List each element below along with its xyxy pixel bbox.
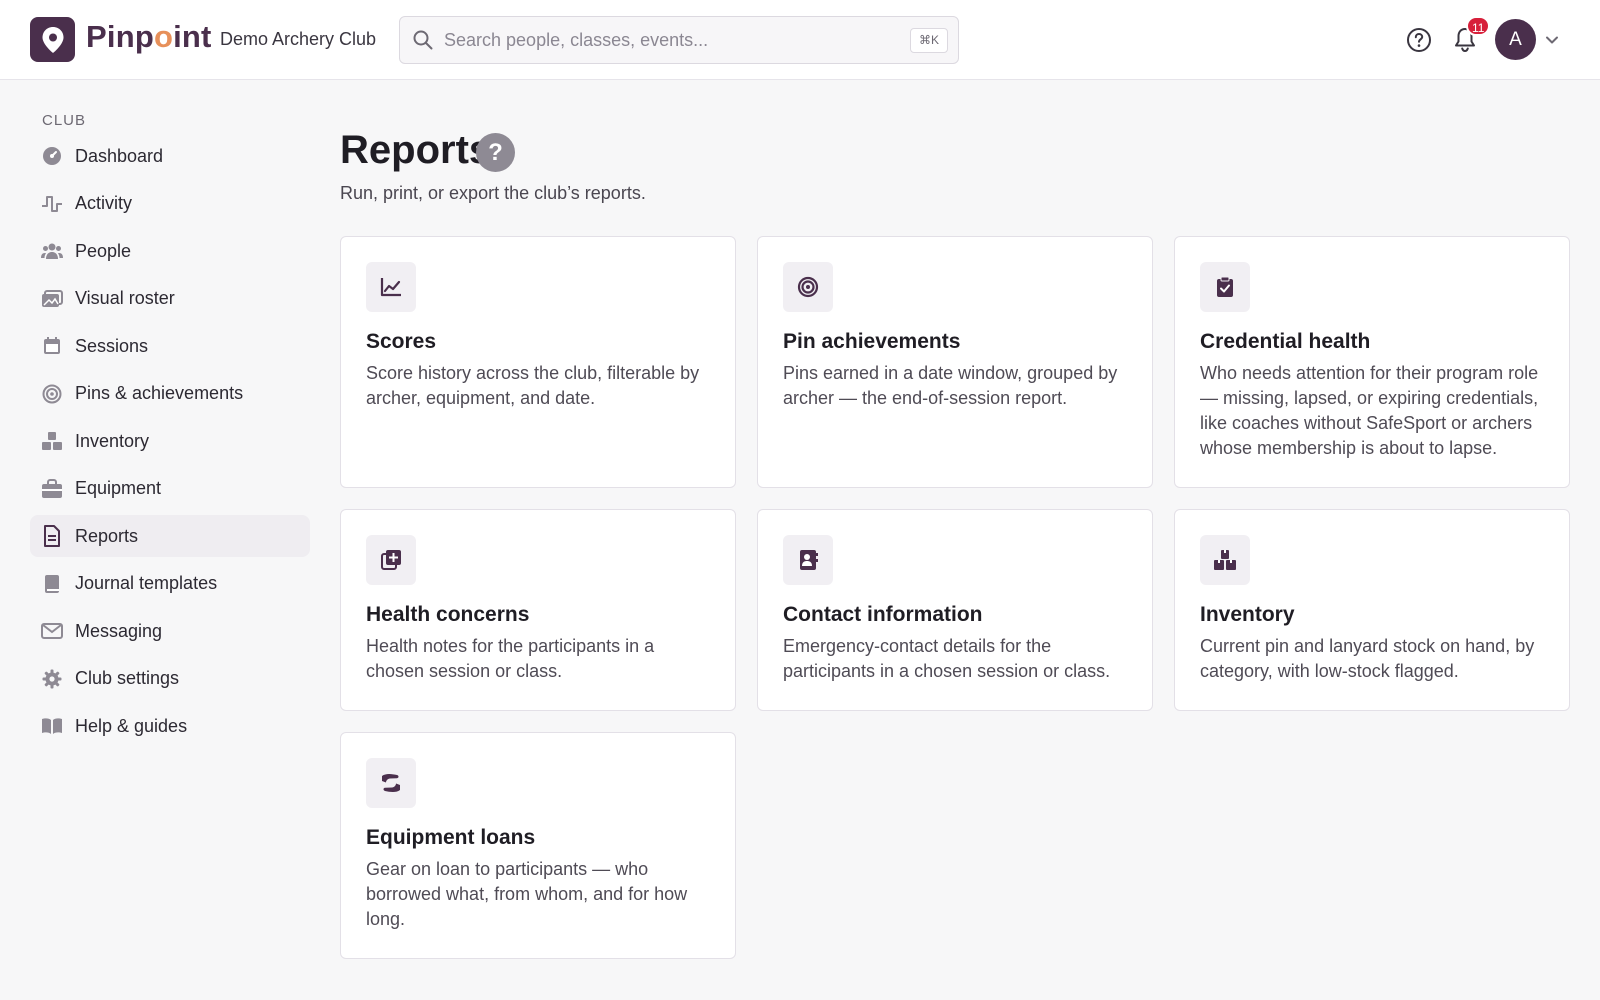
- report-card-description: Emergency-contact details for the partic…: [783, 636, 1111, 681]
- report-card-description: Score history across the club, filterabl…: [366, 363, 700, 408]
- sidebar-section-label: CLUB: [42, 112, 87, 129]
- sidebar-item-label: People: [75, 240, 132, 261]
- sidebar-item-label: Club settings: [75, 668, 180, 688]
- envelope-icon: [41, 620, 63, 642]
- chevron-down-icon[interactable]: [1544, 32, 1560, 53]
- calendar-icon: [41, 335, 63, 357]
- report-card-title: Credential health: [1200, 330, 1371, 353]
- report-card-description: Who needs attention for their program ro…: [1200, 363, 1539, 458]
- sidebar-item-label: Messaging: [75, 620, 163, 641]
- line-chart-icon: [366, 262, 416, 312]
- sidebar-item-activity[interactable]: Activity: [30, 183, 310, 225]
- photos-icon: [41, 288, 63, 310]
- avatar[interactable]: A: [1495, 19, 1536, 60]
- boxes-icon: [1200, 535, 1250, 585]
- address-book-icon: [783, 535, 833, 585]
- help-icon[interactable]: [1406, 27, 1432, 53]
- sidebar-item-label: Help & guides: [75, 715, 188, 736]
- toolbox-icon: [41, 478, 63, 500]
- sidebar-item-label: Pins & achievements: [75, 383, 244, 403]
- search-icon: [413, 30, 433, 50]
- report-card-title: Pin achievements: [783, 330, 961, 353]
- sidebar-item-help-guides[interactable]: Help & guides: [30, 705, 310, 747]
- report-card-title: Health concerns: [366, 603, 530, 626]
- sidebar-item-people[interactable]: People: [30, 230, 310, 272]
- sidebar-item-equipment[interactable]: Equipment: [30, 468, 310, 510]
- report-card-description: Current pin and lanyard stock on hand, b…: [1200, 636, 1535, 681]
- report-card-scores[interactable]: Scores Score history across the club, fi…: [340, 236, 736, 488]
- global-search[interactable]: ⌘K: [399, 16, 959, 64]
- brand-name[interactable]: Pinpoint: [86, 19, 212, 55]
- sidebar-item-label: Inventory: [75, 430, 150, 451]
- report-card-contact-information[interactable]: Contact information Emergency-contact de…: [757, 509, 1153, 711]
- sidebar-item-label: Dashboard: [75, 145, 164, 166]
- sidebar-item-inventory[interactable]: Inventory: [30, 420, 310, 462]
- sidebar-item-visual-roster[interactable]: Visual roster: [30, 278, 310, 320]
- report-card-credential-health[interactable]: Credential health Who needs attention fo…: [1174, 236, 1570, 488]
- report-card-description: Pins earned in a date window, grouped by…: [783, 363, 1118, 408]
- top-bar: Pinpoint Demo Archery Club ⌘K 11 A: [0, 0, 1600, 80]
- boxes-icon: [41, 430, 63, 452]
- sidebar-item-label: Activity: [75, 193, 133, 213]
- report-card-health-concerns[interactable]: Health concerns Health notes for the par…: [340, 509, 736, 711]
- medical-notes-icon: [366, 535, 416, 585]
- target-icon: [41, 383, 63, 405]
- sidebar-item-sessions[interactable]: Sessions: [30, 325, 310, 367]
- sidebar-item-label: Journal templates: [75, 573, 218, 593]
- report-card-description: Health notes for the participants in a c…: [366, 636, 655, 681]
- sidebar-item-label: Reports: [75, 525, 139, 546]
- page-title: Reports: [340, 128, 492, 172]
- report-card-description: Gear on loan to participants — who borro…: [366, 859, 688, 929]
- sidebar-item-messaging[interactable]: Messaging: [30, 610, 310, 652]
- search-shortcut-hint: ⌘K: [909, 28, 948, 53]
- help-circle-icon[interactable]: ?: [476, 133, 515, 172]
- notification-count-badge: 11: [1466, 16, 1491, 36]
- sidebar-item-label: Visual roster: [75, 288, 175, 308]
- report-card-title: Scores: [366, 330, 437, 353]
- sidebar-item-pins-achievements[interactable]: Pins & achievements: [30, 373, 310, 415]
- pinpoint-logo-icon[interactable]: [30, 17, 75, 62]
- document-icon: [41, 525, 63, 547]
- target-icon: [783, 262, 833, 312]
- sidebar-item-reports[interactable]: Reports: [30, 515, 310, 557]
- hand-holding-icon: [366, 758, 416, 808]
- sidebar-item-journal-templates[interactable]: Journal templates: [30, 563, 310, 605]
- sidebar-item-label: Equipment: [75, 478, 162, 498]
- people-icon: [41, 240, 63, 262]
- report-card-inventory[interactable]: Inventory Current pin and lanyard stock …: [1174, 509, 1570, 711]
- open-book-icon: [41, 715, 63, 737]
- page-subtitle: Run, print, or export the club’s reports…: [340, 183, 646, 203]
- activity-icon: [41, 193, 63, 215]
- dashboard-icon: [41, 145, 63, 167]
- report-card-equipment-loans[interactable]: Equipment loans Gear on loan to particip…: [340, 732, 736, 959]
- gear-icon: [41, 668, 63, 690]
- report-card-title: Contact information: [783, 603, 983, 626]
- report-card-title: Inventory: [1200, 603, 1295, 626]
- clipboard-check-icon: [1200, 262, 1250, 312]
- report-card-title: Equipment loans: [366, 826, 536, 849]
- club-name[interactable]: Demo Archery Club: [220, 29, 376, 50]
- book-icon: [41, 573, 63, 595]
- report-card-pin-achievements[interactable]: Pin achievements Pins earned in a date w…: [757, 236, 1153, 488]
- sidebar-item-dashboard[interactable]: Dashboard: [30, 135, 310, 177]
- sidebar-item-label: Sessions: [75, 335, 149, 356]
- search-input[interactable]: [444, 25, 884, 55]
- sidebar-item-club-settings[interactable]: Club settings: [30, 658, 310, 700]
- sidebar-nav: Dashboard Activity People Visual roster …: [30, 135, 310, 753]
